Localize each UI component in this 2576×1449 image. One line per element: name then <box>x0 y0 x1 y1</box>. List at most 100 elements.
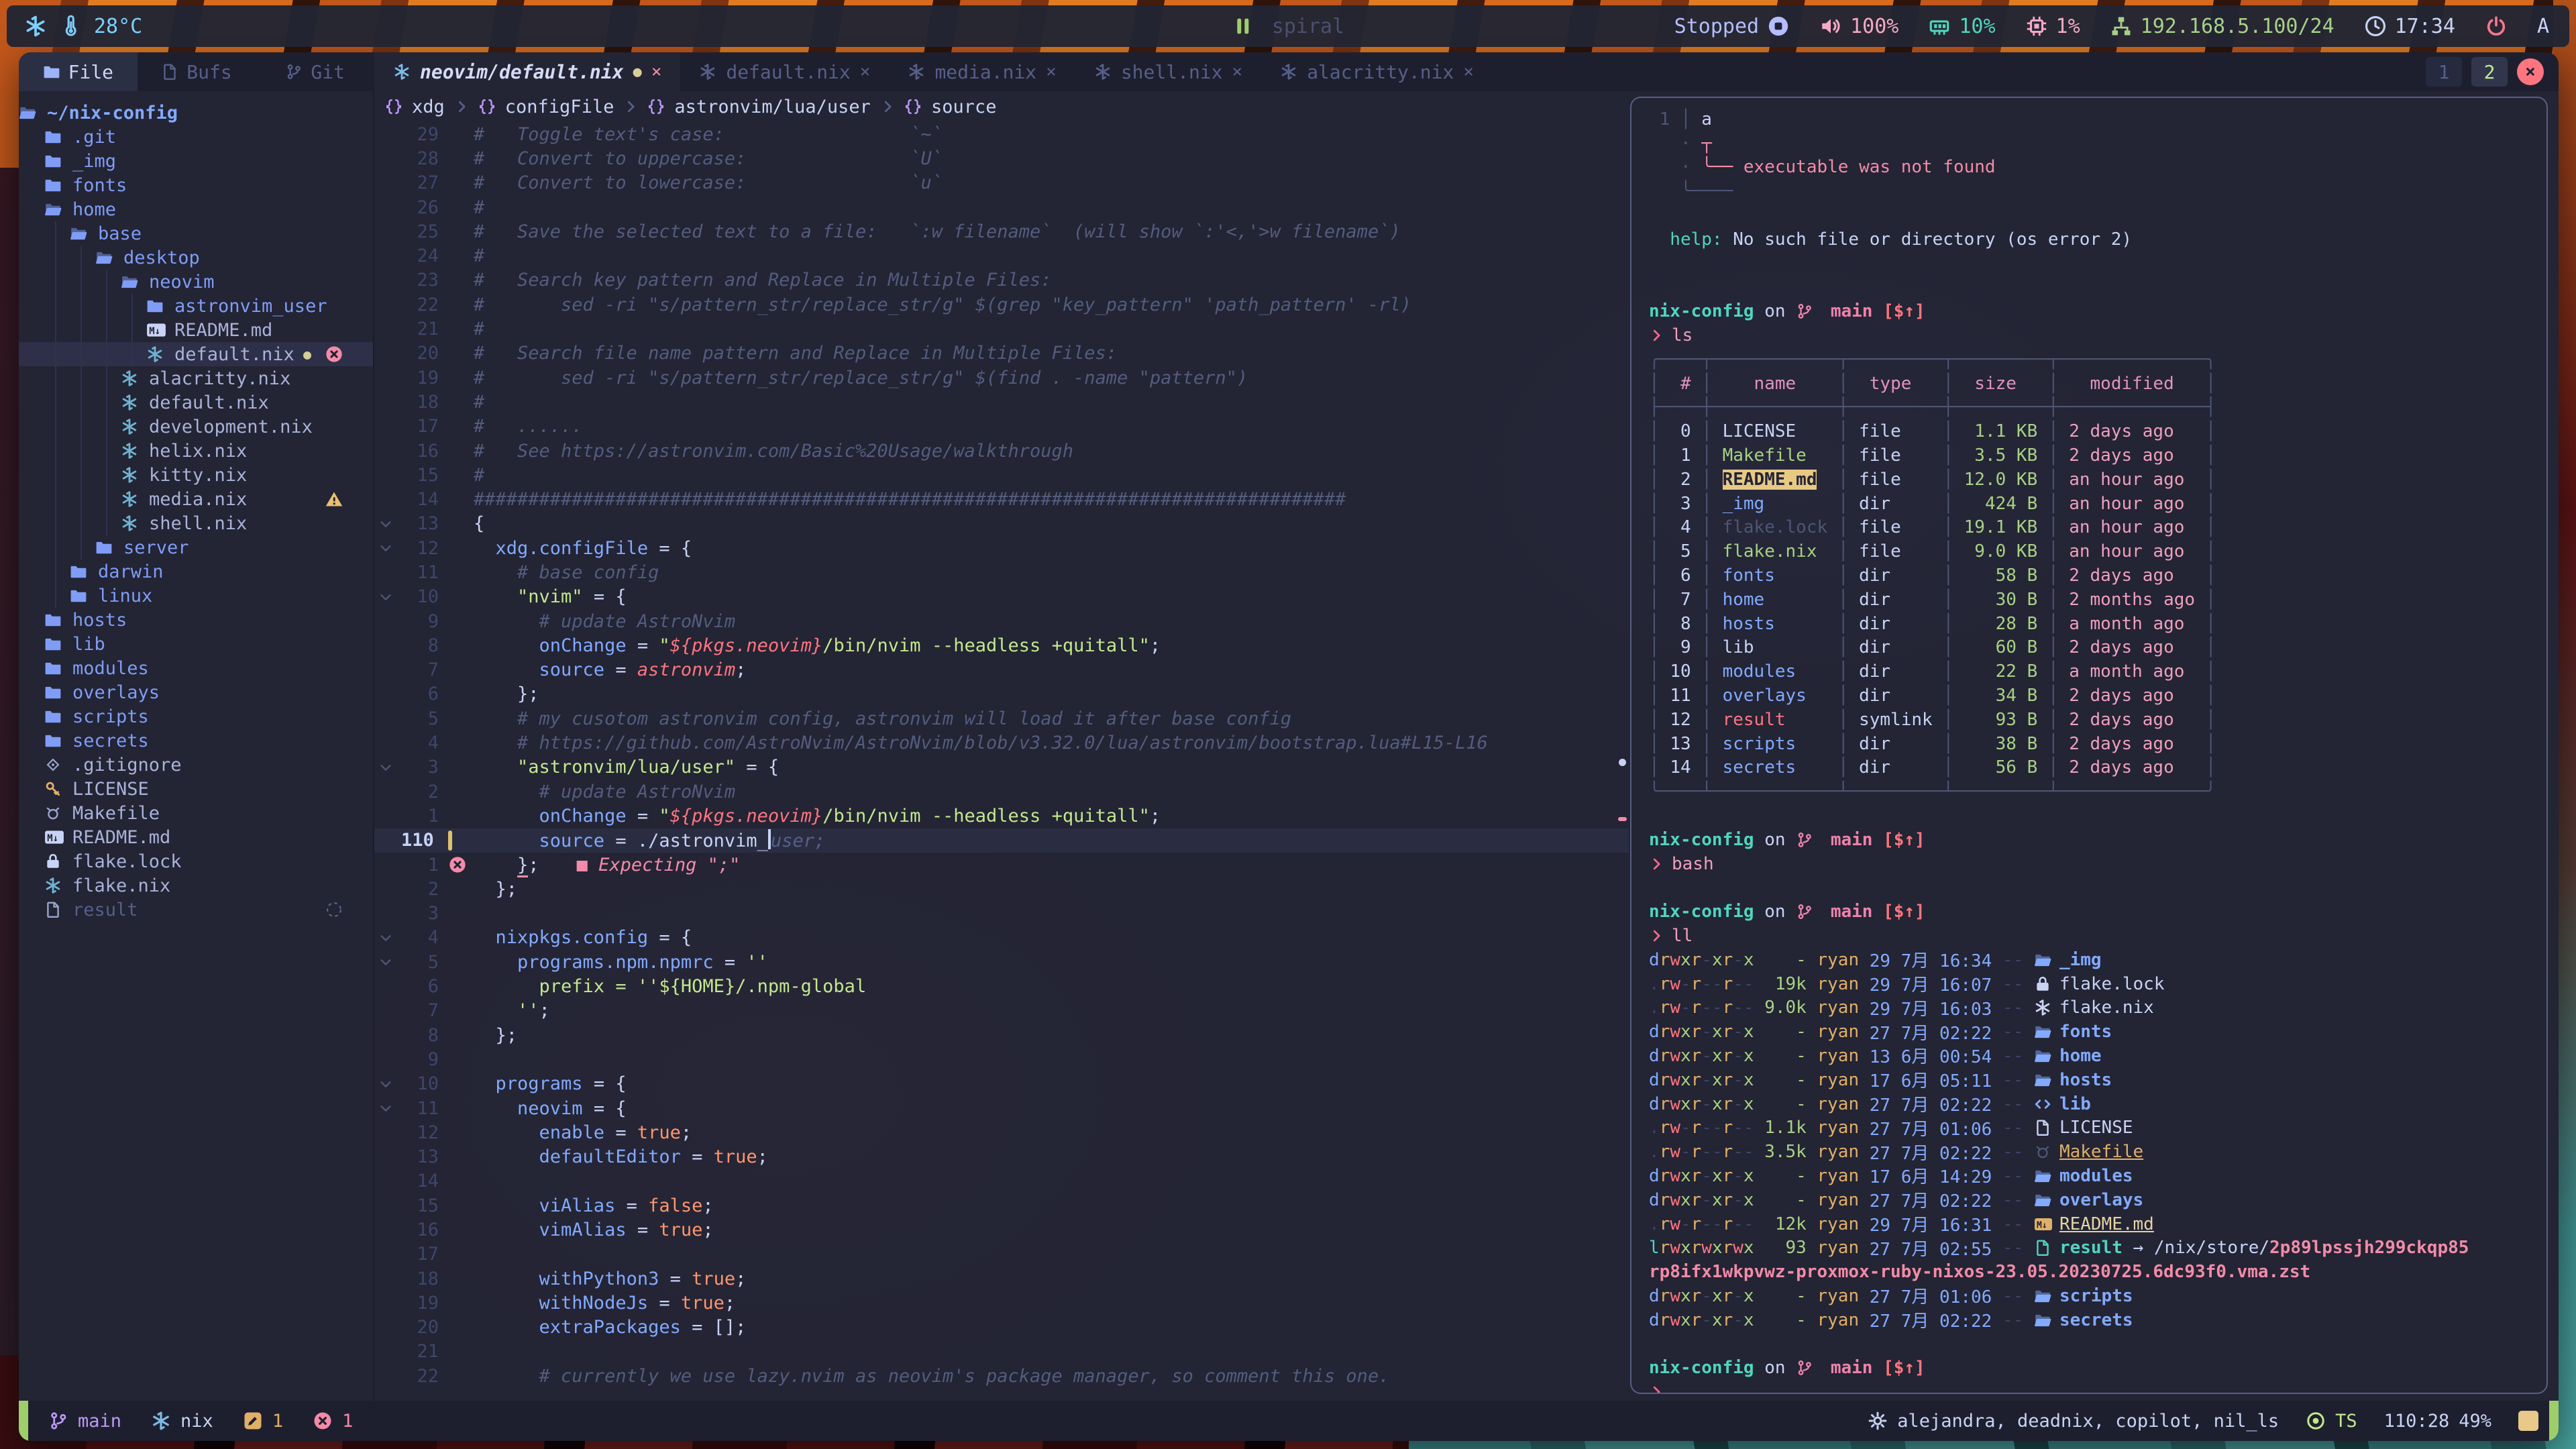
close-buffer-icon[interactable]: × <box>1232 62 1243 82</box>
fold-column[interactable] <box>374 930 397 945</box>
tree-item[interactable]: hosts <box>19 608 373 632</box>
buffer-tab[interactable]: shell.nix× <box>1075 52 1261 91</box>
code-line[interactable]: 9 # update AstroNvim <box>374 609 1629 633</box>
buffer-tab[interactable]: media.nix× <box>889 52 1075 91</box>
code-line[interactable]: 19# sed -ri "s/pattern_str/replace_str/g… <box>374 366 1629 390</box>
code-line[interactable]: 21 <box>374 1340 1629 1364</box>
tree-item[interactable]: server <box>19 535 373 559</box>
buffer-tab[interactable]: alacritty.nix× <box>1261 52 1493 91</box>
fold-column[interactable] <box>374 517 397 531</box>
tree-item[interactable]: astronvim_user <box>19 294 373 318</box>
code-line[interactable]: 17# ...... <box>374 415 1629 439</box>
editor[interactable]: xdgconfigFileastronvim/lua/usersource 29… <box>374 91 1629 1401</box>
tree-item[interactable]: kitty.nix <box>19 463 373 487</box>
code-line[interactable]: 12 enable = true; <box>374 1120 1629 1144</box>
filetype-module[interactable]: nix <box>151 1411 213 1432</box>
close-buffer-icon[interactable]: × <box>1463 62 1474 82</box>
tree-item[interactable]: LICENSE <box>19 777 373 801</box>
nixos-logo-icon[interactable] <box>24 15 47 38</box>
code-line[interactable]: 24# <box>374 244 1629 268</box>
media-player-module[interactable]: spiral <box>1232 15 1344 38</box>
sidebar-tab-bufs[interactable]: Bufs <box>138 52 256 91</box>
code-line[interactable]: 20# Search file name pattern and Replace… <box>374 341 1629 366</box>
tree-item[interactable]: overlays <box>19 680 373 704</box>
code-line[interactable]: 12 xdg.configFile = { <box>374 536 1629 560</box>
diagnostics-module[interactable]: 1 <box>313 1411 353 1432</box>
close-buffer-icon[interactable]: × <box>860 62 871 82</box>
code-line[interactable]: 6 prefix = ''${HOME}/.npm-global <box>374 974 1629 998</box>
code-line[interactable]: 5 # my cusotom astronvim config, astronv… <box>374 706 1629 731</box>
topbar-module-network[interactable]: 192.168.5.100/24 <box>2110 15 2334 38</box>
code-line[interactable]: 28# Convert to uppercase: `U` <box>374 146 1629 170</box>
sidebar-tab-file[interactable]: File <box>19 52 138 91</box>
tabpage-1[interactable]: 1 <box>2426 57 2462 87</box>
code-line[interactable]: 18# <box>374 390 1629 414</box>
tree-item[interactable]: media.nix <box>19 487 373 511</box>
code-line[interactable]: 1 };■ Expecting ";" <box>374 853 1629 877</box>
code-line[interactable]: 22 # currently we use lazy.nvim as neovi… <box>374 1364 1629 1388</box>
code-line[interactable]: 4 # https://github.com/AstroNvim/AstroNv… <box>374 731 1629 755</box>
chevron-down-icon[interactable] <box>378 1101 393 1116</box>
chevron-down-icon[interactable] <box>378 590 393 604</box>
code-line[interactable]: 15# <box>374 463 1629 487</box>
breadcrumb-item[interactable]: source <box>931 97 997 117</box>
tree-item[interactable]: default.nix● <box>19 342 373 366</box>
topbar-module-keyboard-layout[interactable]: A <box>2537 15 2549 38</box>
tree-item[interactable]: Makefile <box>19 801 373 825</box>
fold-column[interactable] <box>374 541 397 555</box>
fold-column[interactable] <box>374 1101 397 1116</box>
tree-item[interactable]: secrets <box>19 729 373 753</box>
code-line[interactable]: 11 # base config <box>374 560 1629 584</box>
tabline-close-button[interactable]: × <box>2517 58 2544 85</box>
tree-item[interactable]: darwin <box>19 559 373 584</box>
tree-item[interactable]: helix.nix <box>19 439 373 463</box>
code-area[interactable]: 29# Toggle text's case: `~`28# Convert t… <box>374 122 1629 1401</box>
code-line[interactable]: 110 source = ./astronvim_user; <box>374 828 1629 853</box>
pause-icon[interactable] <box>1232 15 1254 38</box>
chevron-down-icon[interactable] <box>378 541 393 555</box>
tree-item[interactable]: alacritty.nix <box>19 366 373 390</box>
fold-column[interactable] <box>374 760 397 775</box>
code-line[interactable]: 16 vimAlias = true; <box>374 1218 1629 1242</box>
tree-item[interactable]: default.nix <box>19 390 373 415</box>
code-line[interactable]: 8 onChange = "${pkgs.neovim}/bin/nvim --… <box>374 633 1629 657</box>
code-line[interactable]: 23# Search key pattern and Replace in Mu… <box>374 268 1629 292</box>
topbar-module-memory[interactable]: 10% <box>1928 15 1995 38</box>
code-line[interactable]: 26# <box>374 195 1629 219</box>
close-buffer-icon[interactable]: × <box>1046 62 1057 82</box>
tree-item[interactable]: M↓README.md <box>19 318 373 342</box>
fold-column[interactable] <box>374 590 397 604</box>
tree-item[interactable]: base <box>19 221 373 246</box>
chevron-down-icon[interactable] <box>378 1077 393 1091</box>
tabpage-2[interactable]: 2 <box>2471 57 2508 87</box>
code-line[interactable]: 9 <box>374 1047 1629 1071</box>
tree-item[interactable]: ~/nix-config <box>19 101 373 125</box>
buffer-tab[interactable]: neovim/default.nix●× <box>374 52 680 91</box>
fold-column[interactable] <box>374 955 397 969</box>
topbar-module-cpu[interactable]: 1% <box>2025 15 2080 38</box>
tree-item[interactable]: home <box>19 197 373 221</box>
code-line[interactable]: 5 programs.npm.npmrc = '' <box>374 950 1629 974</box>
code-line[interactable]: 13{ <box>374 512 1629 536</box>
close-buffer-icon[interactable]: × <box>651 62 662 82</box>
code-line[interactable]: 8 }; <box>374 1023 1629 1047</box>
code-line[interactable]: 14######################################… <box>374 487 1629 511</box>
code-line[interactable]: 16# See https://astronvim.com/Basic%20Us… <box>374 439 1629 463</box>
git-changes-module[interactable]: 1 <box>243 1411 283 1432</box>
code-line[interactable]: 20 extraPackages = []; <box>374 1316 1629 1340</box>
topbar-module-volume[interactable]: 100% <box>1819 15 1898 38</box>
topbar-module-power[interactable] <box>2485 15 2508 38</box>
code-line[interactable]: 3 "astronvim/lua/user" = { <box>374 755 1629 780</box>
sidebar-tab-git[interactable]: Git <box>256 52 374 91</box>
topbar-module-clock[interactable]: 17:34 <box>2364 15 2455 38</box>
tree-item[interactable]: modules <box>19 656 373 680</box>
code-line[interactable]: 4 nixpkgs.config = { <box>374 926 1629 950</box>
tree-item[interactable]: shell.nix <box>19 511 373 535</box>
tree-item[interactable]: linux <box>19 584 373 608</box>
tree-item[interactable]: desktop <box>19 246 373 270</box>
breadcrumb-item[interactable]: configFile <box>505 97 614 117</box>
code-line[interactable]: 13 defaultEditor = true; <box>374 1144 1629 1169</box>
breadcrumb-item[interactable]: astronvim/lua/user <box>674 97 871 117</box>
code-line[interactable]: 10 programs = { <box>374 1072 1629 1096</box>
chevron-down-icon[interactable] <box>378 517 393 531</box>
